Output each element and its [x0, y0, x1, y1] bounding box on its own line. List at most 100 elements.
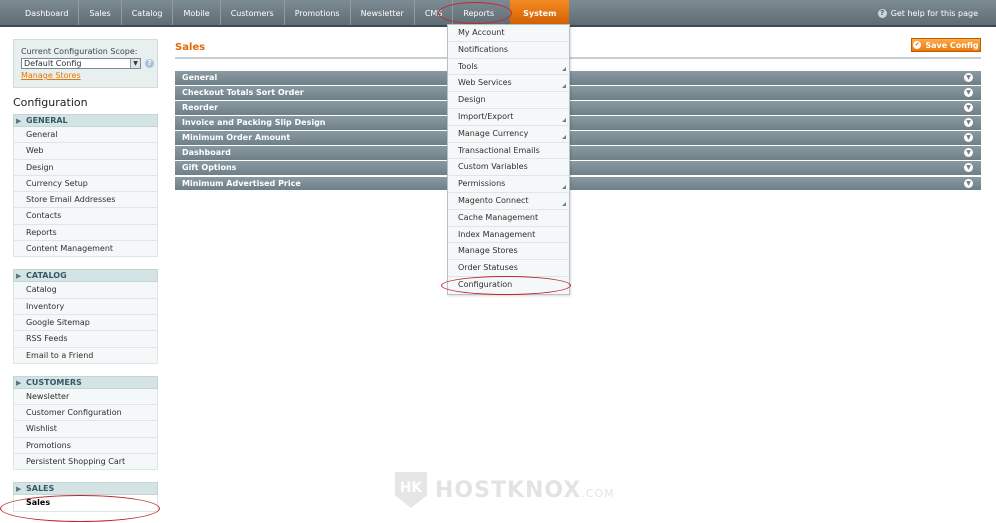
sidebar-section-general[interactable]: ▶ GENERAL	[13, 114, 158, 127]
sidebar-item-inventory[interactable]: Inventory	[13, 298, 158, 315]
sidebar-item-reports[interactable]: Reports	[13, 224, 158, 242]
menu-item-web-services[interactable]: Web Services	[448, 75, 569, 93]
expand-icon: ▼	[964, 133, 973, 143]
menu-item-manage-stores[interactable]: Manage Stores	[448, 243, 569, 261]
expand-icon: ▼	[964, 178, 973, 188]
menu-item-cache-management[interactable]: Cache Management	[448, 210, 569, 227]
menu-item-import-export[interactable]: Import/Export	[448, 109, 569, 126]
save-config-label: Save Config	[925, 40, 979, 50]
section-label: SALES	[26, 484, 55, 494]
help-link-label: Get help for this page	[890, 9, 978, 18]
menu-item-transactional-emails[interactable]: Transactional Emails	[448, 143, 569, 160]
sidebar-title: Configuration	[13, 96, 88, 109]
sidebar-item-general[interactable]: General	[13, 127, 158, 144]
menu-item-tools[interactable]: Tools	[448, 59, 569, 76]
sidebar-section-customers[interactable]: ▶ CUSTOMERS	[13, 375, 158, 389]
watermark-text: HOSTKNOX.COM	[435, 478, 615, 503]
group-invoice-and-packing-slip-design[interactable]: Invoice and Packing Slip Design ▼	[175, 116, 981, 131]
hostknox-watermark: HK HOSTKNOX.COM	[395, 472, 615, 508]
expand-icon: ▼	[964, 103, 973, 113]
sidebar-section-sales[interactable]: ▶ SALES	[13, 482, 158, 496]
group-minimum-advertised-price[interactable]: Minimum Advertised Price ▼	[175, 176, 981, 191]
config-groups: General ▼ Checkout Totals Sort Order ▼ Reo…	[175, 71, 981, 192]
section-label: CUSTOMERS	[26, 377, 82, 387]
menu-item-my-account[interactable]: My Account	[448, 25, 569, 42]
expand-icon: ▼	[964, 118, 973, 128]
caret-right-icon: ▶	[16, 117, 22, 125]
section-label: GENERAL	[26, 116, 68, 125]
sidebar-item-currency-setup[interactable]: Currency Setup	[13, 175, 158, 193]
caret-right-icon: ▶	[16, 272, 22, 281]
configuration-highlight-circle	[441, 276, 571, 295]
menu-item-index-management[interactable]: Index Management	[448, 227, 569, 244]
nav-customers[interactable]: Customers	[221, 0, 285, 25]
scope-label: Current Configuration Scope:	[21, 47, 138, 56]
help-icon: ?	[877, 9, 887, 18]
sidebar-item-customer-configuration[interactable]: Customer Configuration	[13, 405, 158, 422]
sidebar-item-email-to-a-friend[interactable]: Email to a Friend	[13, 347, 158, 364]
help-icon[interactable]: ?	[145, 59, 154, 68]
nav-dashboard[interactable]: Dashboard	[15, 0, 80, 25]
scope-select-value: Default Config	[24, 59, 82, 68]
nav-catalog[interactable]: Catalog	[122, 0, 174, 25]
page-title: Sales	[175, 42, 206, 53]
nav-system[interactable]: System	[510, 0, 570, 25]
help-link[interactable]: ? Get help for this page	[877, 9, 978, 18]
sales-highlight-circle	[0, 495, 160, 522]
sidebar-section-catalog[interactable]: ▶ CATALOG	[13, 269, 158, 283]
group-gift-options[interactable]: Gift Options ▼	[175, 161, 981, 176]
group-label: Minimum Order Amount	[182, 133, 291, 143]
sidebar-item-rss-feeds[interactable]: RSS Feeds	[13, 331, 158, 348]
group-dashboard[interactable]: Dashboard ▼	[175, 146, 981, 161]
section-label: CATALOG	[26, 271, 67, 281]
menu-item-design[interactable]: Design	[448, 92, 569, 109]
sidebar-item-design[interactable]: Design	[13, 159, 158, 176]
nav-promotions[interactable]: Promotions	[285, 0, 351, 25]
system-highlight-circle	[438, 2, 512, 24]
group-checkout-totals-sort-order[interactable]: Checkout Totals Sort Order ▼	[175, 86, 981, 100]
group-label: Minimum Advertised Price	[182, 178, 301, 188]
expand-icon: ▼	[964, 73, 973, 82]
watermark-brand: HOSTKNOX	[435, 477, 582, 503]
sidebar-item-contacts[interactable]: Contacts	[13, 208, 158, 225]
group-general[interactable]: General ▼	[175, 71, 981, 85]
scope-row: Default Config ▼ ?	[21, 58, 157, 69]
system-dropdown-menu: My Account Notifications Tools Web Servi…	[447, 24, 570, 295]
group-reorder[interactable]: Reorder ▼	[175, 101, 981, 116]
group-label: General	[182, 73, 218, 82]
menu-item-manage-currency[interactable]: Manage Currency	[448, 126, 569, 143]
menu-item-notifications[interactable]: Notifications	[448, 42, 569, 59]
admin-page: Dashboard Sales Catalog Mobile Customers…	[0, 0, 996, 523]
check-icon: ✔	[913, 41, 922, 49]
nav-sales[interactable]: Sales	[79, 0, 122, 25]
caret-right-icon: ▶	[16, 378, 22, 387]
menu-item-magento-connect[interactable]: Magento Connect	[448, 193, 569, 210]
shield-logo-icon: HK	[395, 472, 427, 508]
manage-stores-link[interactable]: Manage Stores	[21, 71, 81, 80]
group-label: Gift Options	[182, 163, 237, 173]
sidebar-item-newsletter[interactable]: Newsletter	[13, 388, 158, 406]
group-minimum-order-amount[interactable]: Minimum Order Amount ▼	[175, 131, 981, 146]
sidebar-item-promotions[interactable]: Promotions	[13, 437, 158, 455]
config-sidebar: ▶ GENERAL General Web Design Currency Set…	[13, 114, 158, 512]
group-label: Reorder	[182, 103, 219, 113]
menu-item-order-statuses[interactable]: Order Statuses	[448, 260, 569, 277]
group-label: Dashboard	[182, 148, 231, 158]
expand-icon: ▼	[964, 88, 973, 98]
sidebar-item-store-email-addresses[interactable]: Store Email Addresses	[13, 192, 158, 209]
sidebar-item-wishlist[interactable]: Wishlist	[13, 421, 158, 438]
menu-item-permissions[interactable]: Permissions	[448, 176, 569, 193]
sidebar-item-google-sitemap[interactable]: Google Sitemap	[13, 314, 158, 332]
scope-select[interactable]: Default Config ▼	[21, 58, 141, 69]
menu-item-custom-variables[interactable]: Custom Variables	[448, 159, 569, 177]
save-config-button[interactable]: ✔ Save Config	[911, 38, 981, 52]
nav-newsletter[interactable]: Newsletter	[351, 0, 415, 25]
nav-mobile[interactable]: Mobile	[173, 0, 221, 25]
sidebar-item-catalog[interactable]: Catalog	[13, 282, 158, 299]
sidebar-item-persistent-shopping-cart[interactable]: Persistent Shopping Cart	[13, 454, 158, 471]
sidebar-item-content-management[interactable]: Content Management	[13, 241, 158, 258]
sidebar-item-web[interactable]: Web	[13, 143, 158, 160]
scope-switcher: Current Configuration Scope: Default Con…	[13, 39, 158, 88]
